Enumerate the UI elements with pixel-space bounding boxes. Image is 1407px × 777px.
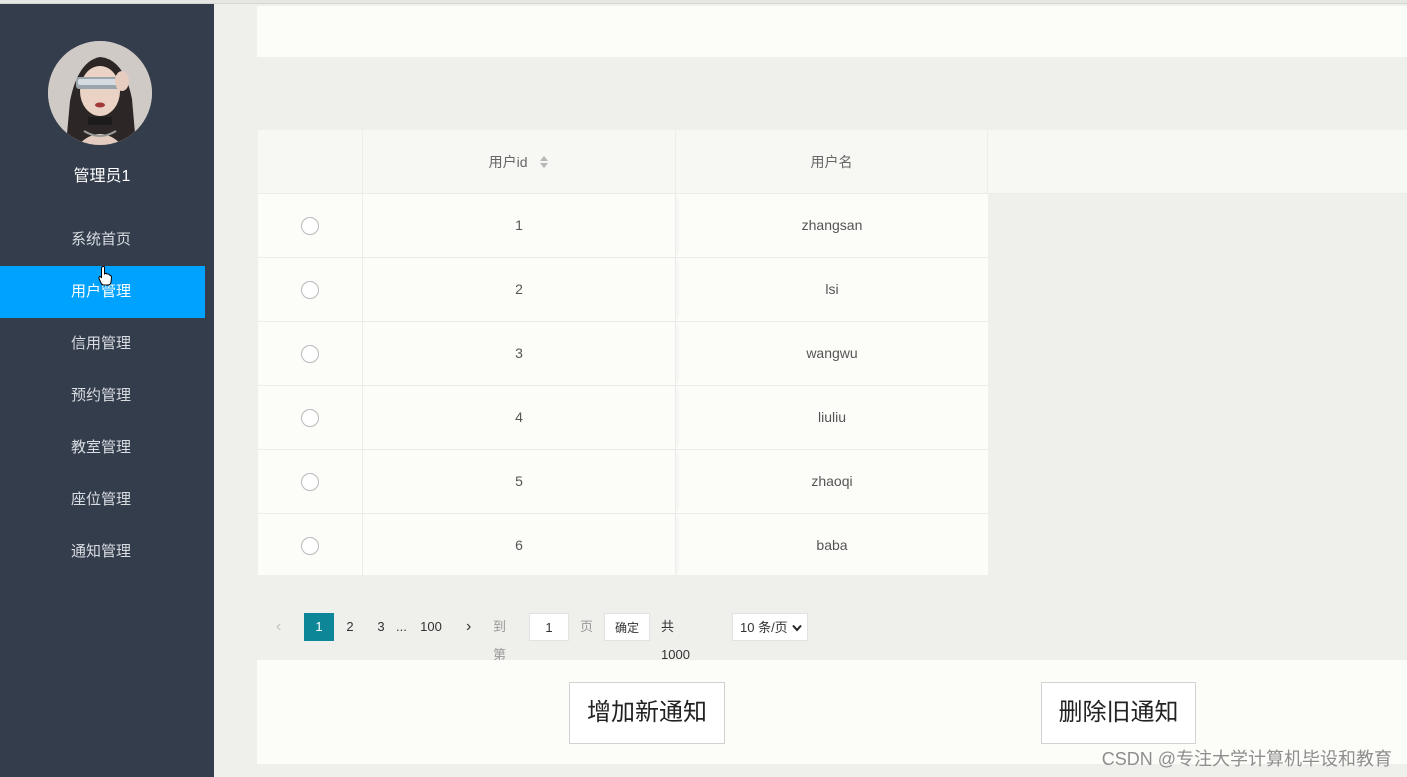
prev-page-icon[interactable]: ‹	[276, 613, 292, 641]
username-cell: lsi	[825, 281, 839, 297]
row-select-cell	[258, 514, 363, 577]
username-cell: baba	[816, 537, 848, 553]
sort-icon[interactable]	[539, 155, 549, 169]
user-id-cell: 5	[363, 450, 676, 513]
sidebar-item-classroom-management[interactable]: 教室管理	[0, 422, 205, 474]
username-column-header: 用户名	[676, 130, 988, 194]
row-select-cell	[258, 450, 363, 513]
sidebar-item-home[interactable]: 系统首页	[0, 214, 205, 266]
table-row[interactable]: 2 lsi	[258, 258, 988, 322]
page-unit-label: 页	[580, 619, 594, 634]
row-select-cell	[258, 258, 363, 321]
select-column-header	[258, 130, 363, 194]
user-id-column-header[interactable]: 用户id	[363, 130, 676, 194]
user-id-cell: 2	[363, 258, 676, 321]
row-select-cell	[258, 386, 363, 449]
chevron-down-icon	[792, 624, 802, 632]
row-radio[interactable]	[301, 345, 319, 363]
row-radio[interactable]	[301, 281, 319, 299]
hand-cursor-icon	[98, 266, 112, 286]
user-id-cell: 4	[363, 386, 676, 449]
goto-label: 到第	[493, 619, 507, 662]
page-ellipsis[interactable]: ...	[396, 613, 407, 641]
username-cell: liuliu	[817, 409, 846, 425]
sidebar: 管理员1 系统首页 用户管理 信用管理 预约管理 教室管理 座位管理 通知管理	[0, 4, 214, 777]
watermark: CSDN @专注大学计算机毕设和教育	[1101, 749, 1392, 769]
row-select-cell	[258, 194, 363, 257]
goto-page-input[interactable]: 1	[529, 613, 569, 641]
page-button-2[interactable]: 2	[335, 613, 365, 641]
page-button-3[interactable]: 3	[366, 613, 396, 641]
table-row[interactable]: 4 liuliu	[258, 386, 988, 450]
user-id-cell: 6	[363, 514, 676, 577]
username: 管理员1	[73, 168, 131, 185]
table-header: 用户id 用户名	[258, 130, 1407, 194]
row-radio[interactable]	[301, 217, 319, 235]
row-radio[interactable]	[301, 473, 319, 491]
row-radio[interactable]	[301, 537, 319, 555]
sidebar-item-notice-management[interactable]: 通知管理	[0, 526, 205, 578]
page-button-last[interactable]: 100	[416, 613, 446, 641]
goto-confirm-button[interactable]: 确定	[604, 613, 650, 641]
username-cell: zhaoqi	[811, 473, 853, 489]
delete-notice-button[interactable]: 删除旧通知	[1041, 682, 1196, 744]
row-select-cell	[258, 322, 363, 385]
table-row[interactable]: 5 zhaoqi	[258, 450, 988, 514]
page-size-select[interactable]: 10 条/页	[732, 613, 808, 641]
total-count: 共 1000 条	[661, 619, 690, 690]
user-id-header-label: 用户id	[488, 154, 528, 170]
avatar-image	[48, 41, 152, 145]
table-row[interactable]: 3 wangwu	[258, 322, 988, 386]
next-page-icon[interactable]: ›	[466, 613, 471, 641]
table-row[interactable]: 6 baba	[258, 514, 988, 577]
page-button-1[interactable]: 1	[304, 613, 334, 641]
row-radio[interactable]	[301, 409, 319, 427]
add-notice-button[interactable]: 增加新通知	[569, 682, 725, 744]
page-size-value: 10 条/页	[740, 620, 788, 635]
avatar[interactable]	[48, 41, 152, 145]
sidebar-item-seat-management[interactable]: 座位管理	[0, 474, 205, 526]
top-panel	[257, 6, 1407, 57]
sidebar-item-credit-management[interactable]: 信用管理	[0, 318, 205, 370]
user-id-cell: 3	[363, 322, 676, 385]
username-cell: wangwu	[806, 345, 858, 361]
username-cell: zhangsan	[801, 217, 863, 233]
sidebar-item-reservation-management[interactable]: 预约管理	[0, 370, 205, 422]
table-row[interactable]: 1 zhangsan	[258, 194, 988, 258]
user-id-cell: 1	[363, 194, 676, 257]
